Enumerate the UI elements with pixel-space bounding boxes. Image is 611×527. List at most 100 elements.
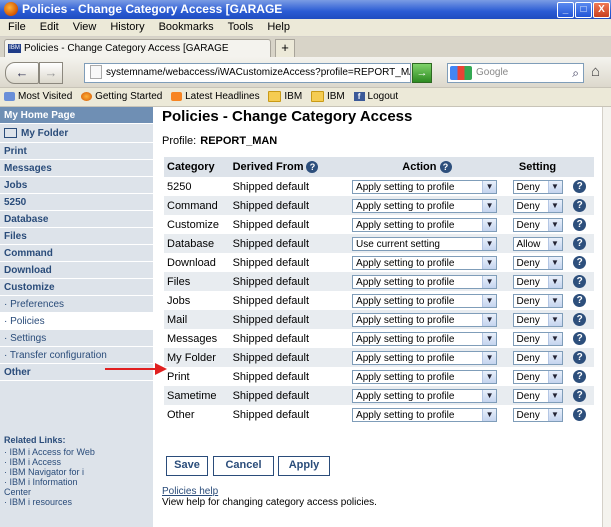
help-icon[interactable]: ? <box>573 275 587 288</box>
new-tab-button[interactable]: + <box>275 39 295 58</box>
address-bar[interactable]: systemname/webaccess/iWACustomizeAccess?… <box>84 63 411 83</box>
action-select[interactable]: Apply setting to profile ▼ <box>352 198 498 213</box>
action-select[interactable]: Apply setting to profile ▼ <box>352 388 498 403</box>
close-button[interactable]: X <box>593 2 610 18</box>
sidebar-item-files[interactable]: Files <box>0 228 153 245</box>
maximize-button[interactable]: □ <box>575 2 592 18</box>
red-arrow-annotation <box>105 363 167 375</box>
action-select[interactable]: Apply setting to profile ▼ <box>352 293 498 308</box>
setting-select[interactable]: Deny ▼ <box>512 274 563 289</box>
help-icon[interactable]: ? <box>573 408 587 421</box>
column-header-derived-from: Derived From? <box>229 157 350 177</box>
sidebar-item-messages[interactable]: Messages <box>0 160 153 177</box>
help-icon[interactable]: ? <box>573 389 587 402</box>
page-content: My Home Page My Folder Print Messages Jo… <box>0 107 611 527</box>
action-select[interactable]: Apply setting to profile ▼ <box>352 179 498 194</box>
bookmark-latest-headlines[interactable]: Latest Headlines <box>171 88 260 106</box>
setting-select[interactable]: Deny ▼ <box>512 388 563 403</box>
setting-select[interactable]: Allow ▼ <box>512 236 563 251</box>
home-icon[interactable]: ⌂ <box>591 63 600 80</box>
back-button[interactable]: ← <box>5 62 39 84</box>
sidebar-item-customize[interactable]: Customize <box>0 279 153 296</box>
menu-bookmarks[interactable]: Bookmarks <box>159 19 214 36</box>
policies-help-link[interactable]: Policies help <box>162 486 218 497</box>
related-link[interactable]: · IBM i Access <box>4 457 152 467</box>
setting-select[interactable]: Deny ▼ <box>512 198 563 213</box>
setting-select[interactable]: Deny ▼ <box>512 293 563 308</box>
setting-select[interactable]: Deny ▼ <box>512 331 563 346</box>
menu-help[interactable]: Help <box>267 19 290 36</box>
action-cell: Apply setting to profile ▼ <box>349 405 505 424</box>
action-select-value: Apply setting to profile <box>356 181 455 193</box>
help-icon[interactable]: ? <box>306 161 319 174</box>
sidebar-item-policies[interactable]: · Policies <box>0 313 153 330</box>
menu-edit[interactable]: Edit <box>40 19 59 36</box>
help-icon[interactable]: ? <box>573 351 587 364</box>
sidebar-item-my-home-page[interactable]: My Home Page <box>0 107 153 124</box>
help-icon[interactable]: ? <box>573 199 587 212</box>
menu-view[interactable]: View <box>73 19 97 36</box>
browser-tab[interactable]: IBM Policies - Change Category Access [GA… <box>4 39 271 58</box>
menu-tools[interactable]: Tools <box>228 19 254 36</box>
help-icon[interactable]: ? <box>573 180 587 193</box>
navigation-bar: ← → systemname/webaccess/iWACustomizeAcc… <box>0 57 611 88</box>
help-icon[interactable]: ? <box>573 237 587 250</box>
help-icon[interactable]: ? <box>573 370 587 383</box>
action-select[interactable]: Apply setting to profile ▼ <box>352 331 498 346</box>
related-link[interactable]: · IBM Navigator for i <box>4 467 152 477</box>
sidebar-item-5250[interactable]: 5250 <box>0 194 153 211</box>
go-button[interactable]: → <box>412 63 432 83</box>
sidebar-item-jobs[interactable]: Jobs <box>0 177 153 194</box>
setting-select[interactable]: Deny ▼ <box>512 350 563 365</box>
cancel-button[interactable]: Cancel <box>213 456 274 476</box>
bookmark-ibm-folder-2[interactable]: IBM <box>310 88 345 106</box>
sidebar-item-print[interactable]: Print <box>0 143 153 160</box>
search-icon[interactable]: ⌕ <box>572 64 579 82</box>
help-icon[interactable]: ? <box>573 218 587 231</box>
help-icon[interactable]: ? <box>573 332 587 345</box>
column-header-action: Action? <box>349 157 505 177</box>
apply-button[interactable]: Apply <box>278 456 330 476</box>
help-icon[interactable]: ? <box>439 161 452 174</box>
category-cell: Database <box>164 234 230 253</box>
help-icon[interactable]: ? <box>573 256 587 269</box>
sidebar-item-settings[interactable]: · Settings <box>0 330 153 347</box>
action-select[interactable]: Apply setting to profile ▼ <box>352 217 498 232</box>
action-select[interactable]: Apply setting to profile ▼ <box>352 369 498 384</box>
help-icon[interactable]: ? <box>573 294 587 307</box>
sidebar-item-database[interactable]: Database <box>0 211 153 228</box>
sidebar-item-download[interactable]: Download <box>0 262 153 279</box>
bookmark-logout[interactable]: f Logout <box>353 88 398 106</box>
menu-history[interactable]: History <box>110 19 144 36</box>
bookmark-most-visited[interactable]: Most Visited <box>4 88 72 106</box>
setting-select[interactable]: Deny ▼ <box>512 217 563 232</box>
action-select[interactable]: Apply setting to profile ▼ <box>352 312 498 327</box>
related-link[interactable]: Center <box>4 487 152 497</box>
bookmark-getting-started[interactable]: Getting Started <box>81 88 162 106</box>
sidebar-item-preferences[interactable]: · Preferences <box>0 296 153 313</box>
vertical-scrollbar[interactable] <box>602 107 611 527</box>
sidebar-item-command[interactable]: Command <box>0 245 153 262</box>
related-link[interactable]: · IBM i Access for Web <box>4 447 152 457</box>
related-link[interactable]: · IBM i resources <box>4 497 152 507</box>
derived-from-cell: Shipped default <box>229 329 350 348</box>
action-select[interactable]: Apply setting to profile ▼ <box>352 255 498 270</box>
action-select[interactable]: Apply setting to profile ▼ <box>352 350 498 365</box>
bookmark-ibm-folder[interactable]: IBM <box>268 88 302 106</box>
forward-button[interactable]: → <box>39 62 63 84</box>
setting-select[interactable]: Deny ▼ <box>512 312 563 327</box>
setting-select[interactable]: Deny ▼ <box>512 407 563 422</box>
action-select[interactable]: Apply setting to profile ▼ <box>352 274 498 289</box>
sidebar-item-my-folder[interactable]: My Folder <box>0 124 153 143</box>
related-link[interactable]: · IBM i Information <box>4 477 152 487</box>
setting-select[interactable]: Deny ▼ <box>512 255 563 270</box>
setting-select[interactable]: Deny ▼ <box>512 179 563 194</box>
action-select[interactable]: Use current setting ▼ <box>352 236 498 251</box>
action-select[interactable]: Apply setting to profile ▼ <box>352 407 498 422</box>
menu-file[interactable]: File <box>8 19 26 36</box>
help-icon[interactable]: ? <box>573 313 587 326</box>
save-button[interactable]: Save <box>166 456 208 476</box>
search-input[interactable]: Google ⌕ <box>447 63 584 83</box>
setting-select[interactable]: Deny ▼ <box>512 369 563 384</box>
minimize-button[interactable]: _ <box>557 2 574 18</box>
